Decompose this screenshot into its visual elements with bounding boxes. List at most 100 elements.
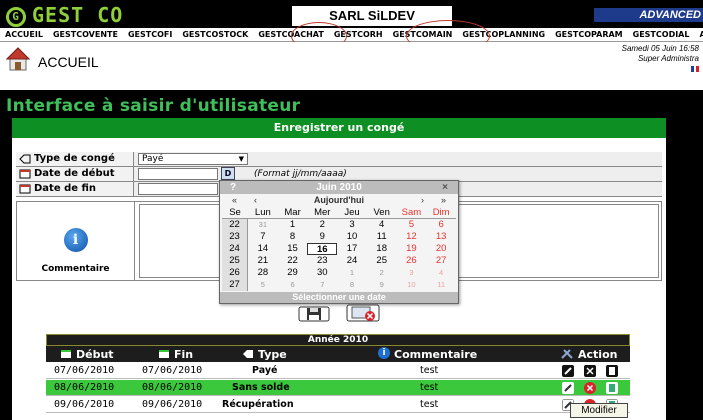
- app-logo[interactable]: G GEST CO: [6, 3, 123, 27]
- calendar-weekday-header: Sam: [396, 206, 427, 219]
- calendar-day[interactable]: 16: [307, 243, 338, 255]
- calendar-weekday-header: Lun: [248, 206, 278, 219]
- form-title: Enregistrer un congé: [12, 118, 666, 138]
- calendar-day[interactable]: 9: [367, 279, 397, 291]
- calendar-day[interactable]: 2: [367, 267, 397, 279]
- calendar-day[interactable]: 25: [367, 255, 397, 267]
- calendar-day[interactable]: 9: [307, 231, 337, 243]
- calendar-nav: « ‹ Aujourd'hui › »: [220, 194, 458, 206]
- calendar-day[interactable]: 8: [278, 231, 308, 243]
- calendar-help-button[interactable]: ?: [230, 181, 236, 194]
- calendar-day[interactable]: 8: [337, 279, 367, 291]
- next-year-button[interactable]: »: [441, 194, 446, 206]
- calendar-day[interactable]: 1: [278, 219, 308, 231]
- calendar-day[interactable]: 6: [426, 219, 456, 231]
- cell-type: Sans solde: [232, 382, 290, 393]
- col-fin: Fin: [174, 348, 194, 361]
- top-bar: G GEST CO SARL SiLDEV ADVANCED: [0, 0, 703, 28]
- edit-icon[interactable]: [562, 382, 574, 394]
- calendar-day[interactable]: 6: [278, 279, 308, 291]
- menu-item-aide[interactable]: AIDE: [694, 28, 703, 41]
- date-picker-popup: ? Juin 2010 × « ‹ Aujourd'hui › » Se Lun M…: [219, 180, 459, 304]
- calendar-day[interactable]: 19: [397, 243, 427, 255]
- edit-icon[interactable]: [562, 365, 574, 377]
- menu-item-gestcodial[interactable]: GESTCODIAL: [628, 28, 695, 41]
- save-button[interactable]: [298, 306, 330, 322]
- french-flag-icon[interactable]: [691, 66, 700, 72]
- type-label: Type de congé: [16, 152, 134, 166]
- calendar-day[interactable]: 30: [307, 267, 337, 279]
- start-date-input[interactable]: [138, 168, 218, 180]
- current-user: Super Administra: [637, 54, 699, 63]
- calendar-day[interactable]: 10: [337, 231, 367, 243]
- start-date-label: Date de début: [16, 167, 134, 181]
- calendar-day[interactable]: 24: [337, 255, 367, 267]
- calendar-icon: [61, 350, 71, 358]
- calendar-day[interactable]: 3: [397, 267, 427, 279]
- calendar-day[interactable]: 4: [367, 219, 397, 231]
- calendar-day[interactable]: 17: [337, 243, 367, 255]
- calendar-day[interactable]: 7: [248, 231, 278, 243]
- export-icon[interactable]: [606, 365, 618, 377]
- col-commentaire: Commentaire: [394, 348, 478, 361]
- menu-item-gestcofi[interactable]: GESTCOFI: [123, 28, 177, 41]
- calendar-day[interactable]: 20: [426, 243, 456, 255]
- main-menu: ACCUEIL GESTCOVENTE GESTCOFI GESTCOSTOCK…: [0, 28, 703, 42]
- calendar-day[interactable]: 13: [426, 231, 456, 243]
- table-header: Début Fin Type i Commentaire Action: [46, 346, 630, 362]
- calendar-day[interactable]: 27: [426, 255, 456, 267]
- calendar-week-number: 26: [222, 267, 248, 279]
- cancel-button[interactable]: [346, 304, 380, 322]
- menu-item-gestcostock[interactable]: GESTCOSTOCK: [177, 28, 253, 41]
- comment-label: i Commentaire: [17, 202, 135, 280]
- calendar-day[interactable]: 11: [426, 279, 456, 291]
- calendar-day[interactable]: 22: [278, 255, 308, 267]
- leave-type-select[interactable]: Payé ▼: [138, 153, 248, 165]
- calendar-icon: [159, 350, 169, 358]
- tag-icon: [19, 154, 31, 164]
- col-type: Type: [258, 348, 287, 361]
- calendar-close-button[interactable]: ×: [442, 181, 448, 194]
- table-row[interactable]: 08/06/2010 08/06/2010 Sans solde test: [46, 380, 630, 396]
- end-date-input[interactable]: [138, 183, 218, 195]
- calendar-day[interactable]: 12: [397, 231, 427, 243]
- calendar-week-number: 22: [222, 219, 248, 231]
- calendar-day[interactable]: 1: [337, 267, 367, 279]
- menu-item-accueil[interactable]: ACCUEIL: [0, 28, 48, 41]
- calendar-grid: Se Lun Mar Mer Jeu Ven Sam Dim 22 31 1 2 3 4 5 6 23 7 8 9 10…: [222, 206, 456, 291]
- calendar-day[interactable]: 26: [397, 255, 427, 267]
- delete-icon[interactable]: [584, 382, 596, 394]
- calendar-day[interactable]: 23: [307, 255, 337, 267]
- cell-type: Récupération: [222, 399, 294, 410]
- next-month-button[interactable]: ›: [421, 194, 424, 206]
- table-row[interactable]: 07/06/2010 07/06/2010 Payé test: [46, 363, 630, 379]
- chevron-down-icon: ▼: [238, 155, 244, 163]
- calendar-day[interactable]: 14: [248, 243, 278, 255]
- calendar-day[interactable]: 5: [397, 219, 427, 231]
- cell-fin: 07/06/2010: [142, 365, 203, 376]
- calendar-day[interactable]: 31: [248, 219, 278, 231]
- menu-item-gestcoparam[interactable]: GESTCOPARAM: [550, 28, 628, 41]
- section-heading: Interface à saisir d'utilisateur: [6, 96, 301, 116]
- calendar-day[interactable]: 5: [248, 279, 278, 291]
- calendar-day[interactable]: 21: [248, 255, 278, 267]
- cell-fin: 09/06/2010: [142, 399, 203, 410]
- calendar-day[interactable]: 2: [307, 219, 337, 231]
- calendar-day[interactable]: 18: [367, 243, 397, 255]
- export-icon[interactable]: [606, 382, 618, 394]
- calendar-day[interactable]: 7: [307, 279, 337, 291]
- info-icon: i: [378, 347, 390, 359]
- table-row[interactable]: 09/06/2010 09/06/2010 Récupération test: [46, 397, 630, 413]
- delete-icon[interactable]: [584, 365, 596, 377]
- page-title: ACCUEIL: [38, 54, 99, 70]
- calendar-day[interactable]: 29: [278, 267, 308, 279]
- calendar-day[interactable]: 15: [278, 243, 308, 255]
- calendar-day[interactable]: 10: [397, 279, 427, 291]
- menu-item-gestcovente[interactable]: GESTCOVENTE: [48, 28, 123, 41]
- calendar-day[interactable]: 11: [367, 231, 397, 243]
- end-date-label: Date de fin: [16, 182, 134, 196]
- calendar-day[interactable]: 4: [426, 267, 456, 279]
- calendar-day[interactable]: 3: [337, 219, 367, 231]
- calendar-picker-button[interactable]: D: [221, 167, 235, 180]
- calendar-day[interactable]: 28: [248, 267, 278, 279]
